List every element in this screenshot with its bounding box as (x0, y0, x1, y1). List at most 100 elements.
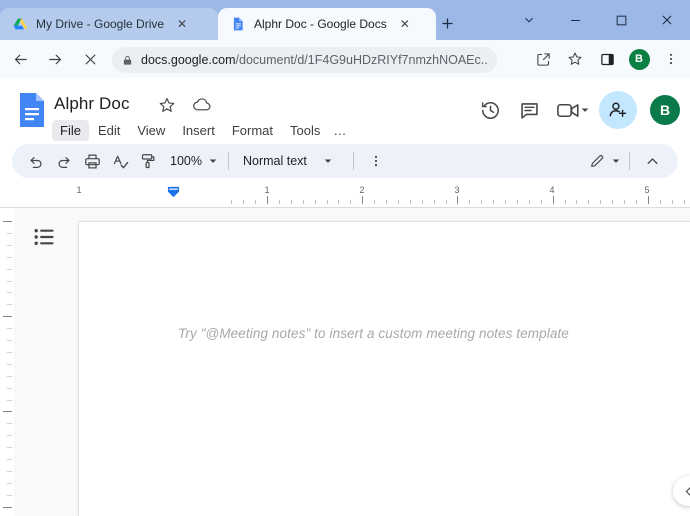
tab-search-chevron-icon[interactable] (506, 0, 552, 40)
vertical-ruler-tick (7, 292, 12, 294)
vertical-ruler-tick (7, 375, 12, 377)
share-button[interactable] (599, 91, 637, 129)
menu-overflow-icon[interactable]: … (329, 120, 350, 141)
print-icon[interactable] (78, 147, 106, 175)
vertical-ruler-tick (7, 494, 12, 496)
browser-tab-my-drive[interactable]: My Drive - Google Drive ✕ (0, 8, 218, 40)
address-bar[interactable]: docs.google.com/document/d/1F4G9uHDzRIYf… (112, 47, 497, 73)
paragraph-style-value: Normal text (242, 154, 307, 168)
google-docs-logo[interactable] (18, 92, 46, 128)
bookmark-star-icon[interactable] (560, 44, 590, 74)
collapse-toolbar-chevron-up-icon[interactable] (638, 147, 666, 175)
menu-item-tools[interactable]: Tools (282, 120, 328, 141)
paint-format-icon[interactable] (134, 147, 162, 175)
menu-item-file[interactable]: File (52, 120, 89, 141)
document-outline-icon[interactable] (34, 228, 56, 248)
toolbar-divider (352, 152, 354, 170)
browser-window: My Drive - Google Drive ✕ Alphr Doc - Go… (0, 0, 690, 516)
star-outline-icon[interactable] (158, 96, 176, 114)
vertical-ruler-tick (7, 256, 12, 258)
menu-item-view[interactable]: View (129, 120, 173, 141)
ruler-tick (576, 200, 578, 204)
meet-caret-icon[interactable] (580, 105, 590, 115)
zoom-level-selector[interactable]: 100% (162, 148, 220, 174)
docs-header-actions: B (472, 88, 680, 132)
vertical-ruler-tick (7, 244, 12, 246)
ruler-tick (302, 200, 304, 204)
vertical-ruler[interactable] (0, 208, 14, 516)
ruler-tick (255, 200, 257, 204)
ruler-tick (231, 200, 233, 204)
vertical-ruler-tick (7, 351, 12, 353)
spellcheck-icon[interactable] (106, 147, 134, 175)
paragraph-style-selector[interactable]: Normal text (237, 148, 345, 174)
tab-close-icon[interactable]: ✕ (174, 16, 190, 32)
menu-item-format[interactable]: Format (224, 120, 281, 141)
zoom-level-value: 100% (170, 154, 202, 168)
document-title[interactable]: Alphr Doc (54, 94, 130, 114)
browser-menu-button[interactable] (656, 44, 686, 74)
vertical-ruler-tick (7, 304, 12, 306)
version-history-icon[interactable] (472, 92, 508, 128)
ruler-tick (552, 196, 554, 204)
stop-loading-button[interactable] (75, 44, 105, 74)
ruler-tick (409, 200, 411, 204)
side-panel-icon[interactable] (592, 44, 622, 74)
browser-nav-bar: docs.google.com/document/d/1F4G9uHDzRIYf… (0, 40, 690, 78)
ruler-number: 3 (454, 185, 460, 195)
drive-cloud-icon[interactable] (192, 97, 212, 115)
ruler-number: 4 (549, 185, 555, 195)
document-area: Try "@Meeting notes" to insert a custom … (0, 208, 690, 516)
tab-close-icon[interactable]: ✕ (397, 16, 413, 32)
minimize-button[interactable] (552, 0, 598, 40)
comment-icon[interactable] (511, 92, 547, 128)
ruler-tick (505, 200, 506, 204)
menu-item-insert[interactable]: Insert (174, 120, 223, 141)
document-page[interactable]: Try "@Meeting notes" to insert a custom … (78, 221, 690, 516)
forward-button[interactable] (40, 44, 70, 74)
browser-tab-alphr-doc[interactable]: Alphr Doc - Google Docs ✕ (218, 8, 436, 40)
ruler-tick (481, 200, 483, 204)
side-panel-toggle-button[interactable] (673, 476, 690, 506)
ruler-tick (671, 200, 673, 204)
docs-header: Alphr Doc File Edit View Insert Format T… (0, 78, 690, 214)
menu-item-edit[interactable]: Edit (90, 120, 128, 141)
ruler-tick (457, 196, 459, 204)
maximize-button[interactable] (598, 0, 644, 40)
vertical-ruler-tick (7, 328, 12, 330)
more-toolbar-options-icon[interactable] (362, 147, 390, 175)
site-info-lock-icon[interactable] (122, 54, 133, 67)
ruler-number: 1 (264, 185, 270, 195)
redo-icon[interactable] (50, 147, 78, 175)
ruler-tick (290, 200, 292, 204)
new-tab-button[interactable] (434, 10, 460, 36)
editing-mode-pencil-icon[interactable] (583, 147, 611, 175)
editing-mode-caret-icon[interactable] (611, 156, 621, 166)
ruler-tick (564, 200, 566, 204)
ruler-tick (540, 200, 542, 204)
profile-avatar[interactable]: B (624, 44, 654, 74)
toolbar-divider (629, 152, 630, 170)
ruler-tick (350, 200, 352, 204)
toolbar-divider (227, 152, 229, 170)
back-button[interactable] (5, 44, 35, 74)
google-meet-group[interactable] (550, 92, 590, 128)
ruler-tick (493, 200, 495, 204)
vertical-ruler-tick (7, 423, 12, 425)
meeting-notes-placeholder: Try "@Meeting notes" to insert a custom … (178, 326, 569, 341)
first-line-indent-marker[interactable] (167, 186, 180, 199)
url-host: docs.google.com (141, 53, 236, 67)
url-text: docs.google.com/document/d/1F4G9uHDzRIYf… (141, 53, 487, 67)
plus-icon (442, 18, 452, 28)
docs-account-avatar[interactable]: B (650, 95, 680, 125)
undo-icon[interactable] (22, 147, 50, 175)
close-button[interactable] (644, 0, 690, 40)
ruler-number: 2 (359, 185, 365, 195)
docs-menu-bar: File Edit View Insert Format Tools … (52, 120, 350, 141)
ruler-tick (397, 200, 399, 204)
ruler-tick (374, 200, 376, 204)
ruler-number: 5 (644, 185, 650, 195)
share-icon[interactable] (528, 44, 558, 74)
horizontal-ruler[interactable]: 1 1 2 3 4 5 (0, 184, 690, 208)
ruler-tick (338, 200, 340, 204)
